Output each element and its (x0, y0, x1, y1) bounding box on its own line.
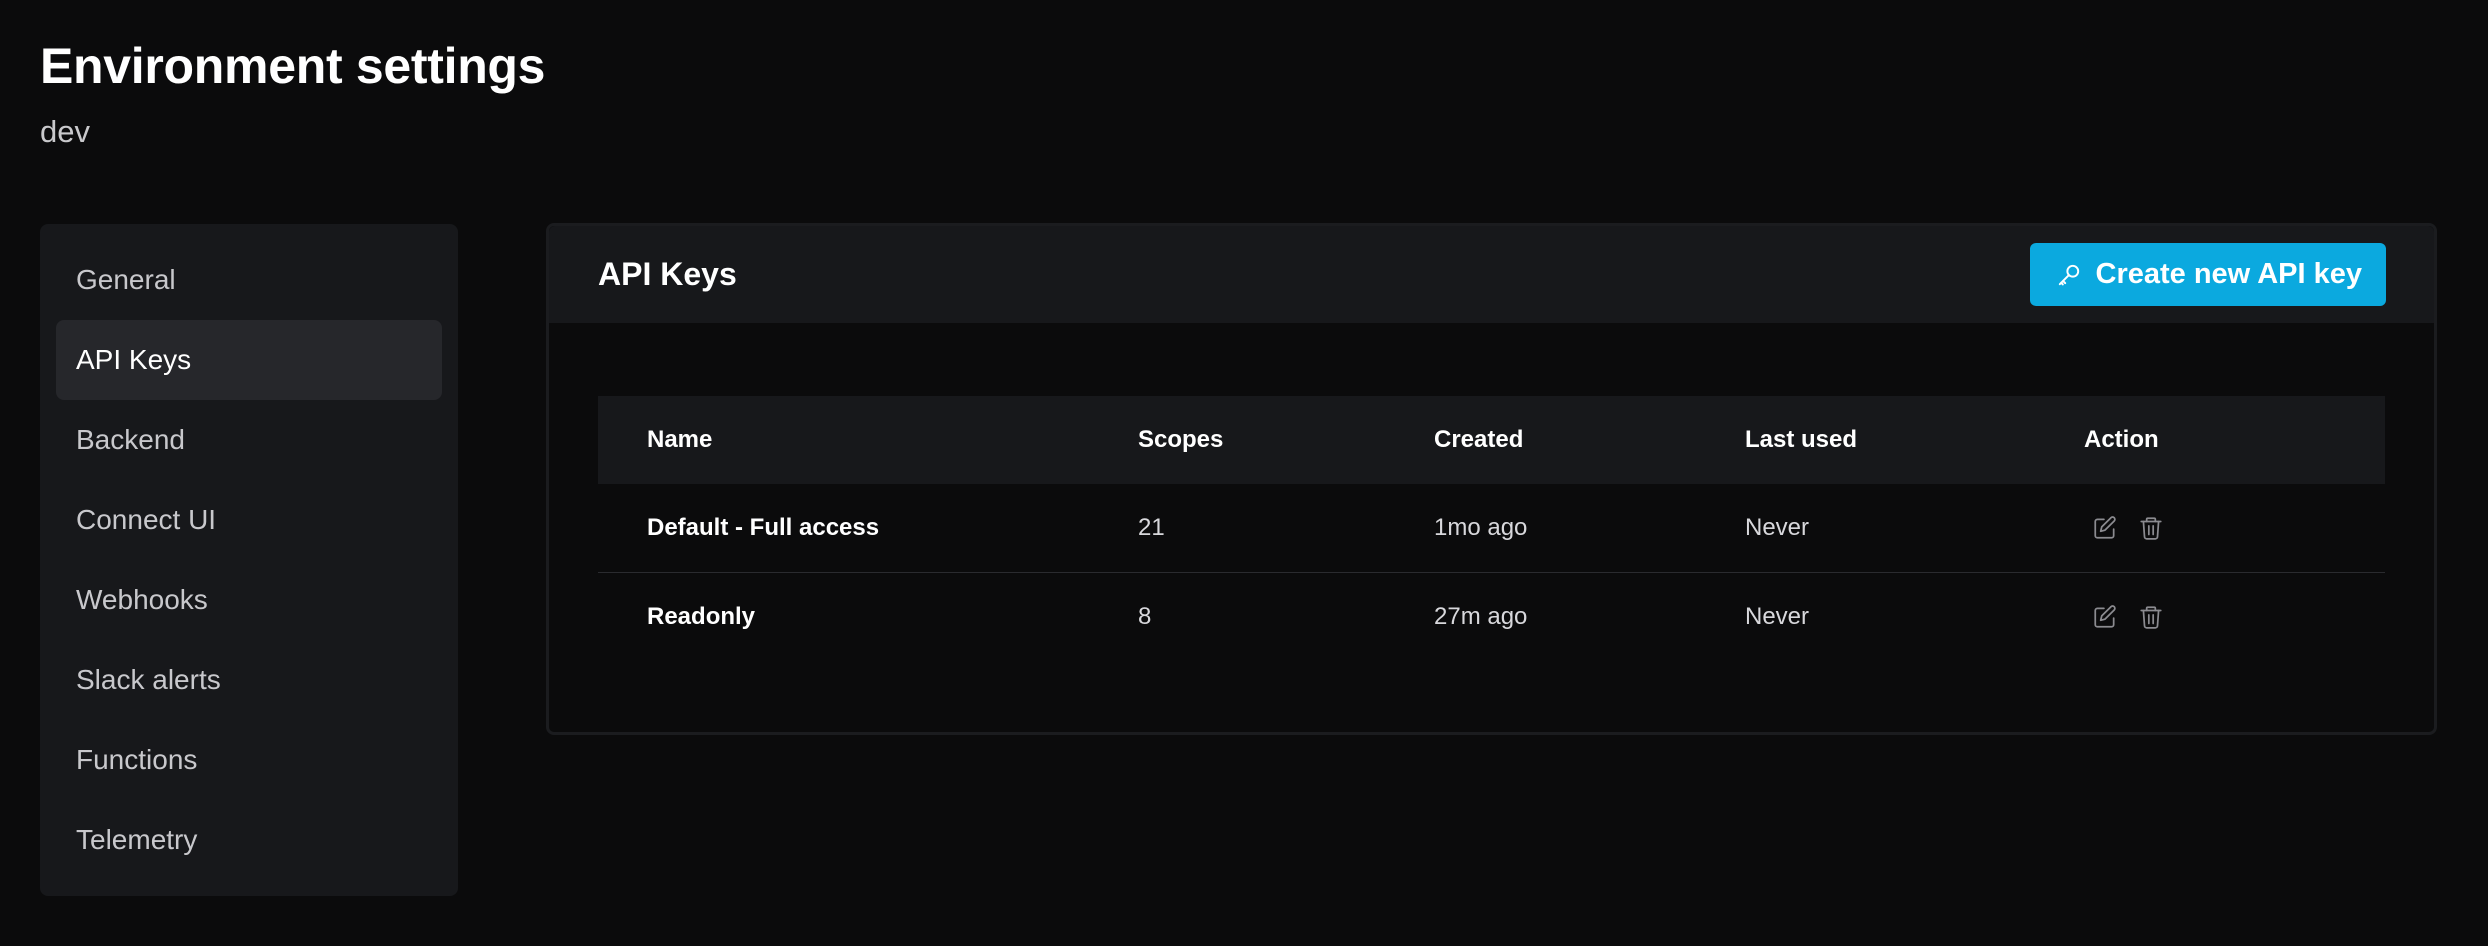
panel-header: API Keys Create new API key (549, 226, 2434, 323)
page-title: Environment settings (40, 38, 546, 94)
key-last-used: Never (1745, 514, 1810, 541)
edit-icon[interactable] (2092, 515, 2118, 541)
sidebar-item-general[interactable]: General (56, 240, 442, 320)
column-header-created: Created (1434, 426, 1524, 453)
column-header-last-used: Last used (1745, 426, 1858, 453)
sidebar-item-label: Functions (76, 744, 198, 775)
settings-sidebar: General API Keys Backend Connect UI Webh… (40, 224, 458, 896)
sidebar-item-functions[interactable]: Functions (56, 720, 442, 800)
panel-title: API Keys (598, 256, 737, 292)
key-last-used: Never (1745, 603, 1810, 630)
column-header-action: Action (2084, 426, 2159, 453)
key-icon (2056, 262, 2082, 288)
page-header: Environment settings dev (40, 36, 545, 152)
table-row: Default - Full access 21 1mo ago Never (598, 484, 2385, 573)
create-api-key-button[interactable]: Create new API key (2029, 243, 2386, 306)
sidebar-item-slack-alerts[interactable]: Slack alerts (56, 640, 442, 720)
key-name: Readonly (647, 603, 756, 630)
api-keys-panel: API Keys Create new API key Name Scopes … (546, 223, 2437, 735)
sidebar-item-telemetry[interactable]: Telemetry (56, 800, 442, 880)
create-api-key-label: Create new API key (2095, 258, 2363, 290)
api-keys-table: Name Scopes Created Last used Action Def… (598, 396, 2385, 661)
table-row: Readonly 8 27m ago Never (598, 573, 2385, 661)
key-created: 27m ago (1434, 603, 1528, 630)
environment-name: dev (40, 114, 90, 149)
sidebar-item-label: General (76, 264, 176, 295)
sidebar-item-label: Telemetry (76, 824, 198, 855)
sidebar-item-connect-ui[interactable]: Connect UI (56, 480, 442, 560)
key-scopes: 8 (1138, 603, 1152, 630)
table-header-row: Name Scopes Created Last used Action (598, 396, 2385, 484)
sidebar-item-label: Slack alerts (76, 664, 221, 695)
sidebar-item-api-keys[interactable]: API Keys (56, 320, 442, 400)
sidebar-item-label: API Keys (76, 344, 192, 375)
row-actions (2084, 515, 2385, 541)
column-header-name: Name (647, 426, 713, 453)
edit-icon[interactable] (2092, 604, 2118, 630)
key-scopes: 21 (1138, 514, 1165, 541)
key-name: Default - Full access (647, 514, 880, 541)
sidebar-item-backend[interactable]: Backend (56, 400, 442, 480)
row-actions (2084, 604, 2385, 630)
sidebar-item-label: Connect UI (76, 504, 217, 535)
trash-icon[interactable] (2138, 604, 2164, 630)
key-created: 1mo ago (1434, 514, 1528, 541)
sidebar-item-webhooks[interactable]: Webhooks (56, 560, 442, 640)
sidebar-item-label: Backend (76, 424, 185, 455)
trash-icon[interactable] (2138, 515, 2164, 541)
column-header-scopes: Scopes (1138, 426, 1224, 453)
sidebar-item-label: Webhooks (76, 584, 208, 615)
